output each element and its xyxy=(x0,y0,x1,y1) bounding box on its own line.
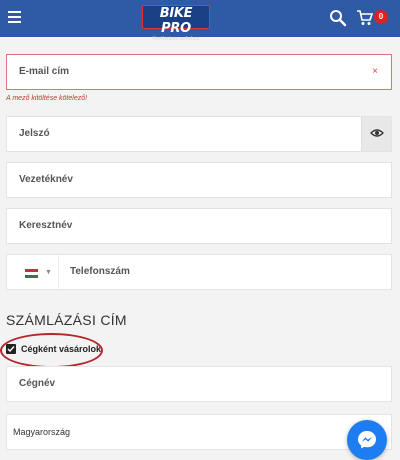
cart-count-badge[interactable]: 0 xyxy=(374,10,388,24)
lastname-label: Vezetéknév xyxy=(19,174,73,185)
search-icon[interactable] xyxy=(329,9,347,27)
highlight-circle xyxy=(0,333,103,368)
country-select[interactable]: Magyarország xyxy=(6,414,392,450)
firstname-field[interactable]: Keresztnév xyxy=(6,208,392,244)
messenger-icon xyxy=(358,431,376,449)
show-password-button[interactable] xyxy=(361,117,391,151)
password-field[interactable]: Jelszó xyxy=(6,116,392,152)
cart-icon[interactable] xyxy=(356,9,374,27)
password-label: Jelszó xyxy=(19,128,50,139)
divider xyxy=(58,255,59,289)
country-value: Magyarország xyxy=(13,427,71,437)
top-bar: BIKE PRO Kerékpáros webshop 0 xyxy=(0,0,400,42)
chevron-down-icon[interactable]: ▼ xyxy=(45,269,52,276)
eye-icon xyxy=(370,129,384,137)
billing-section-title: SZÁMLÁZÁSI CÍM xyxy=(6,312,127,328)
company-name-field[interactable]: Cégnév xyxy=(6,366,392,402)
company-name-label: Cégnév xyxy=(19,378,56,389)
hungary-flag-icon[interactable] xyxy=(25,269,38,278)
phone-label: Telefonszám xyxy=(70,266,130,277)
clear-icon[interactable]: × xyxy=(372,66,378,77)
menu-icon[interactable] xyxy=(8,11,21,23)
logo-text: BIKE PRO xyxy=(159,6,193,36)
email-error-message: A mező kitöltése kötelező! xyxy=(6,95,88,102)
messenger-chat-button[interactable] xyxy=(347,420,387,460)
email-field[interactable]: E-mail cím × xyxy=(6,54,392,90)
logo-tagline: Kerékpáros webshop xyxy=(152,36,200,42)
lastname-field[interactable]: Vezetéknév xyxy=(6,162,392,198)
firstname-label: Keresztnév xyxy=(19,220,73,231)
logo[interactable]: BIKE PRO Kerékpáros webshop xyxy=(142,5,210,42)
email-label: E-mail cím xyxy=(19,66,70,77)
phone-field[interactable]: ▼ Telefonszám xyxy=(6,254,392,290)
